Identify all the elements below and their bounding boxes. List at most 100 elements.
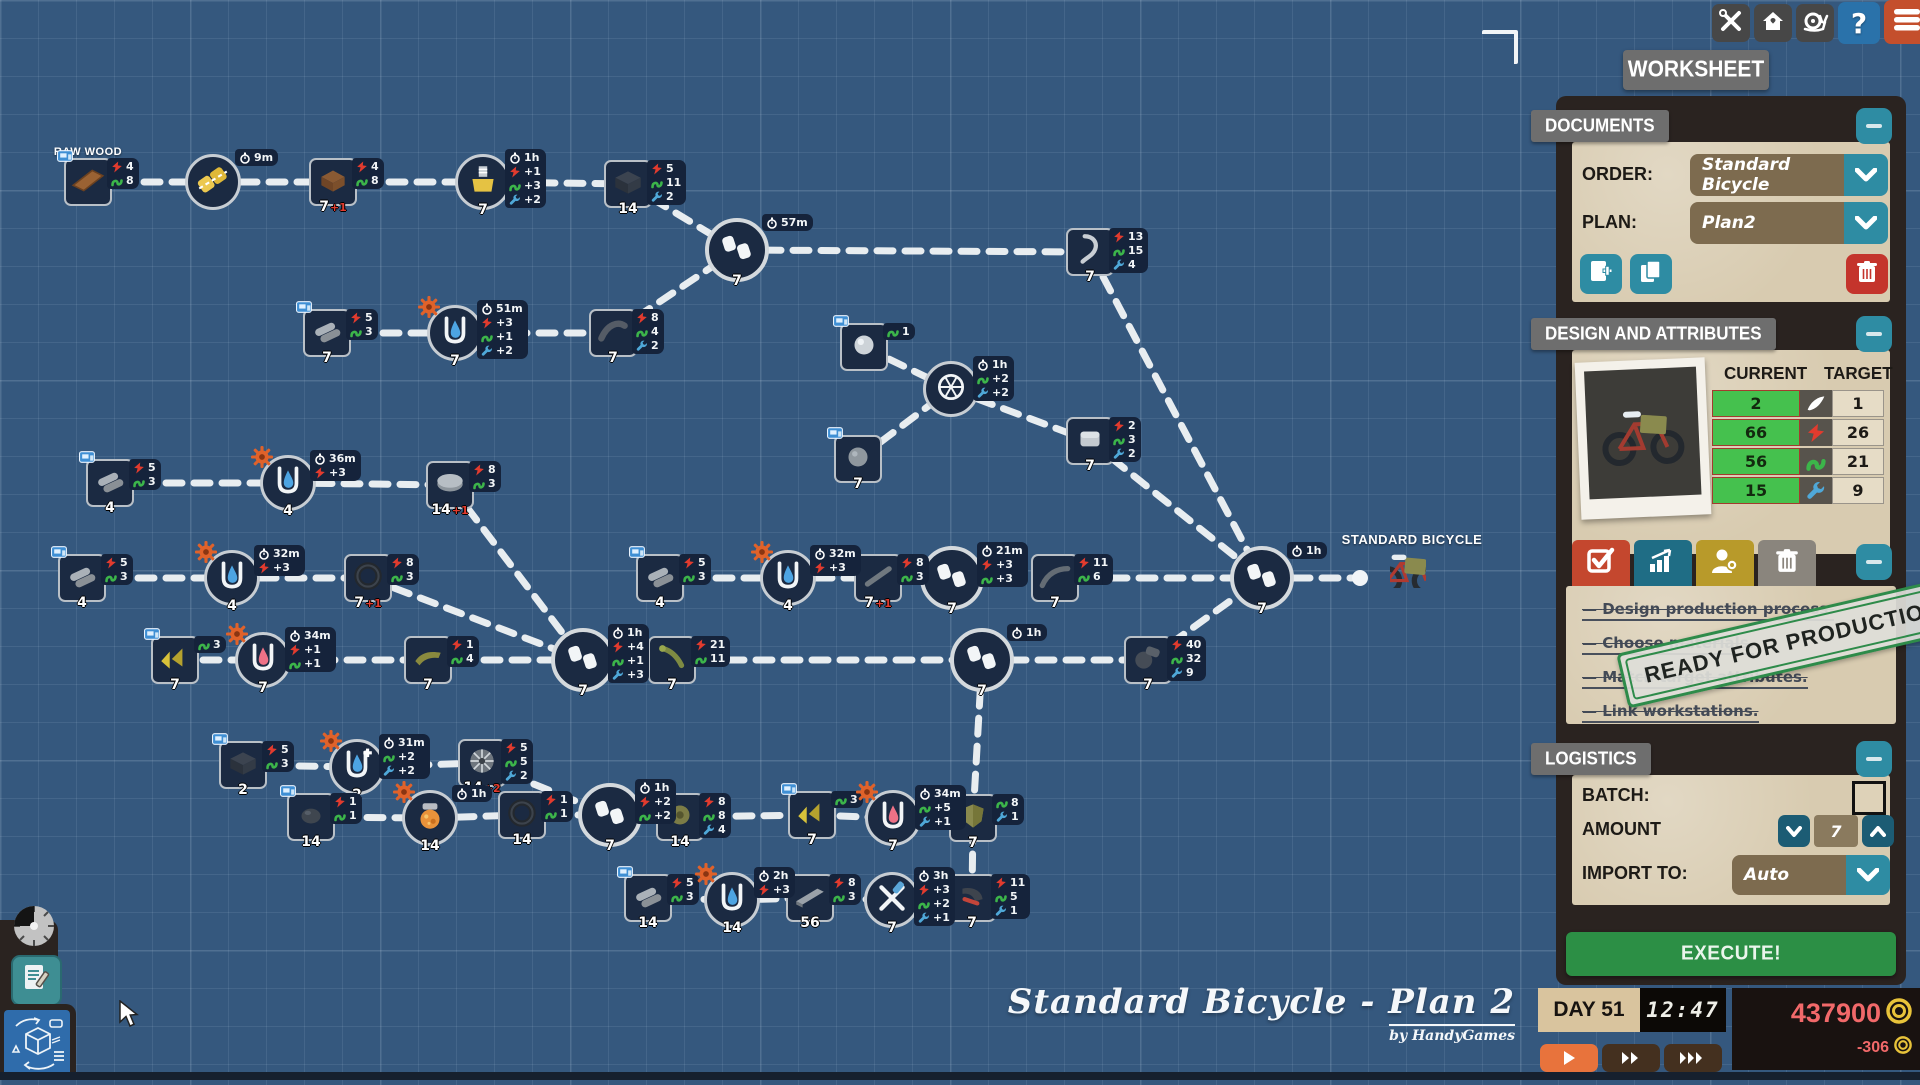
graph-node-nB2[interactable]: 55214+2 [458,739,533,796]
graph-node-nB5[interactable]: 1 1 14 [498,791,573,848]
import-to-dropdown[interactable]: Auto [1732,855,1890,895]
graph-node-bike[interactable] [1373,552,1441,595]
graph-node-nB4[interactable]: 37 [781,783,863,848]
graph-node-n20[interactable]: 534 [629,546,711,611]
graph-node-n22[interactable]: 8 3 7+1 [854,554,929,611]
import-tag-icon [280,785,297,803]
blue-badge: 4 [1113,258,1143,271]
graph-node-n3[interactable]: 4 8 7+1 [309,158,384,215]
graph-node-cC2[interactable]: 3h +3 +2 +1 7 [864,867,955,936]
graph-node-cC1[interactable]: 2h +3 14 [695,863,795,936]
delete-plan-button[interactable] [1846,254,1888,294]
beam-sprite [792,878,828,919]
graph-node-c6[interactable]: 32m +3 4 [195,541,305,614]
hook-sprite [1072,232,1108,273]
graph-node-c7[interactable]: 32m +3 4 [751,541,861,614]
graph-node-n27[interactable]: 21 11 7 [648,636,731,693]
graph-node-c3[interactable]: 51m +3 +1 +2 7 [418,296,528,369]
blueprint-mode-widget[interactable] [4,1010,70,1080]
execute-button[interactable]: EXECUTE! [1566,932,1896,976]
graph-node-n6[interactable]: 13 15 4 7 [1066,228,1149,285]
graph-node-n23[interactable]: 11 6 7 [1031,554,1114,611]
plan-chevron-down-icon[interactable] [1844,202,1888,244]
graph-node-nB3[interactable]: 1 1 14 [280,785,362,850]
import-chevron-down-icon[interactable] [1846,855,1890,895]
menu-button[interactable] [1884,0,1920,44]
tab-workers[interactable] [1696,540,1754,586]
tab-clear[interactable] [1758,540,1816,586]
tab-checklist[interactable] [1572,540,1630,586]
graph-node-c4[interactable]: 1h +2 +2 [923,356,1014,417]
help-button[interactable]: ? [1838,2,1880,44]
collapse-checklist-button[interactable] [1856,544,1892,580]
graph-node-h21[interactable]: 21m +3 +3 7 [920,542,1028,617]
time-gauge[interactable] [11,903,57,954]
graph-node-nC3[interactable]: 11 5 1 7 [948,874,1031,931]
graph-node-c8[interactable]: 34m +1 +1 7 [226,623,336,696]
collapse-logistics-button[interactable] [1856,741,1892,777]
time-badge: 1h [612,626,644,639]
graph-node-c2[interactable]: 1h +1 +3 +2 7 [455,149,546,218]
amount-field[interactable]: 7 [1814,815,1858,847]
order-chevron-down-icon[interactable] [1844,154,1888,196]
graph-node-n14[interactable]: 534 [79,451,161,516]
machine-settings-icon [856,781,878,808]
graph-node-c1[interactable]: 9m [185,149,279,210]
graph-node-cB3[interactable]: 34m +5 +1 7 [856,781,966,854]
graph-node-n5[interactable]: 5 11 2 14 [604,160,687,217]
amount-decrease-button[interactable] [1778,815,1810,847]
tools-button[interactable] [1712,4,1750,42]
hub-sprite [565,640,601,681]
graph-node-n13[interactable]: 2327 [1066,417,1141,474]
graph-node-n9[interactable]: 8427 [589,309,664,366]
graph-node-c5[interactable]: 36m +3 4 [251,446,361,519]
wing-attribute-icon [1800,390,1832,417]
graph-node-n24[interactable]: 37 [144,628,226,693]
green-badge: 3 [198,638,221,651]
graph-node-n26[interactable]: 147 [404,636,479,693]
graph-node-h57[interactable]: 57m 7 [705,214,813,289]
graph-node-nC1[interactable]: 5 3 14 [617,866,699,931]
graph-node-hF[interactable]: 1h 7 [1230,542,1327,617]
node-badges: 83 [897,554,929,585]
order-dropdown[interactable]: Standard Bicycle [1690,154,1888,196]
time-badge: 31m [383,736,425,749]
amount-increase-button[interactable] [1862,815,1894,847]
graph-node-hA[interactable]: 1h +4 +1 +3 7 [551,624,649,699]
copy-plan-button[interactable] [1630,254,1672,294]
plan-dropdown[interactable]: Plan2 [1690,202,1888,244]
home-button[interactable] [1754,4,1792,42]
graph-node-n1[interactable]: 48 [57,150,139,206]
red-badge: 5 [133,461,156,474]
ball-gray-sprite [840,439,876,480]
play-button[interactable] [1540,1044,1598,1072]
graph-node-n10[interactable]: 1 [833,315,915,371]
graph-node-n28[interactable]: 40 32 9 7 [1124,636,1207,693]
graph-node-n16[interactable]: 8 3 14+1 [426,461,501,518]
blue-attribute-icon [1800,477,1832,504]
graph-node-cB2[interactable]: 1h 14 [393,781,492,854]
graph-node-n19[interactable]: 8 3 7+1 [344,554,419,611]
green-badge: +1 [612,654,644,667]
graph-node-cB1[interactable]: 31m+2+22 [320,730,430,803]
graph-node-hB[interactable]: 1h 7 [950,624,1047,699]
graph-node-nB1[interactable]: 532 [212,733,294,798]
green-badge: 3 [133,475,156,488]
graph-node-hC[interactable]: 1h +2 +2 7 [578,779,676,854]
chart-icon [1648,548,1678,579]
fastest-forward-button[interactable] [1664,1044,1722,1072]
batch-checkbox[interactable] [1852,781,1886,815]
graph-node-n7[interactable]: 537 [296,301,378,366]
graph-node-n17[interactable]: 534 [51,546,133,611]
collapse-design-button[interactable] [1856,316,1892,352]
import-tag-icon [144,628,161,646]
green-badge: 3 [266,757,289,770]
node-badges: 48 [352,158,384,189]
collapse-documents-button[interactable] [1856,108,1892,144]
tab-statistics[interactable] [1634,540,1692,586]
graph-node-n12[interactable]: 7 [827,427,882,492]
new-plan-button[interactable] [1580,254,1622,294]
snail-button[interactable] [1796,4,1834,42]
worksheet-toggle-button[interactable] [11,955,62,1006]
fast-forward-button[interactable] [1602,1044,1660,1072]
